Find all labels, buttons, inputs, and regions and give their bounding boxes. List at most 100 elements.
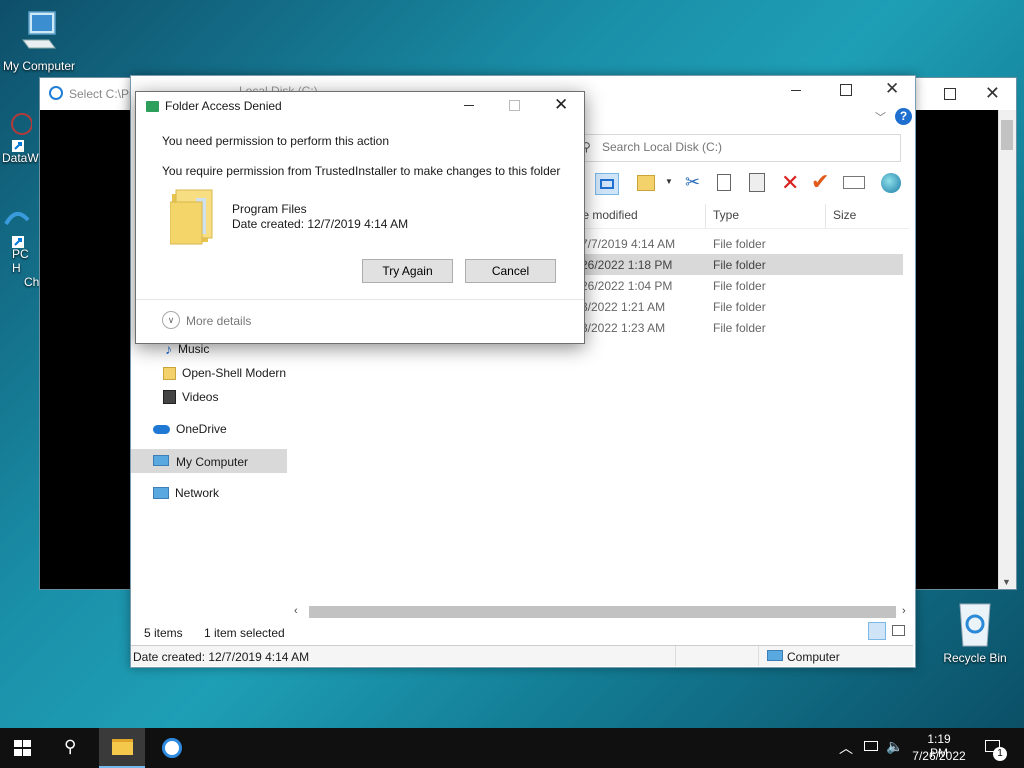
search-input[interactable] (600, 139, 894, 155)
delete-icon[interactable]: ✕ (781, 170, 799, 196)
paste-icon[interactable] (749, 173, 765, 192)
try-again-button[interactable]: Try Again (362, 259, 453, 283)
table-row[interactable]: 7/7/2019 4:14 AM File folder (581, 233, 903, 254)
computer-icon (767, 650, 783, 661)
desktop-icon-dataw[interactable]: DataW (2, 110, 39, 165)
chevron-up-icon[interactable]: ︿ (839, 738, 853, 758)
background-window-scrollbar[interactable]: ▼ (998, 110, 1016, 589)
copy-icon[interactable] (717, 174, 731, 191)
folder-icon (163, 366, 176, 380)
nav-item-onedrive[interactable]: OneDrive (153, 417, 227, 441)
row-type: File folder (713, 237, 766, 251)
row-type: File folder (713, 258, 766, 272)
close-icon[interactable]: ✕ (554, 95, 568, 115)
ie-icon (162, 738, 182, 758)
table-row-selected[interactable]: 26/2022 1:18 PM File folder (581, 254, 903, 275)
start-button[interactable] (14, 740, 31, 756)
maximize-icon[interactable] (944, 88, 956, 100)
help-icon[interactable]: ? (895, 108, 912, 125)
cancel-button[interactable]: Cancel (465, 259, 556, 283)
taskbar: ⚲ ︿ 🔈 1:19 PM 7/26/2022 1 (0, 728, 1024, 768)
close-icon[interactable]: ✕ (985, 83, 1000, 104)
search-icon[interactable]: ⚲ (64, 737, 76, 757)
health-app-icon (4, 212, 30, 248)
dialog-heading: You need permission to perform this acti… (162, 134, 390, 148)
scroll-thumb[interactable] (309, 606, 896, 618)
column-header-type[interactable]: Type (713, 208, 739, 222)
dialog-message: You require permission from TrustedInsta… (162, 164, 561, 178)
desktop-icon-label: Ch (24, 275, 40, 289)
new-folder-icon[interactable] (637, 175, 655, 191)
maximize-icon[interactable] (840, 84, 852, 96)
clock-date[interactable]: 7/26/2022 (909, 749, 969, 763)
windows-logo-icon (14, 740, 31, 756)
more-details-label: More details (186, 314, 252, 328)
details-location: Computer (787, 650, 840, 664)
network-icon (153, 487, 169, 499)
horizontal-scrollbar[interactable]: ‹ › (291, 604, 913, 620)
chevron-down-icon: ∨ (162, 311, 180, 329)
large-icons-view-icon[interactable] (892, 625, 905, 636)
folder-icon (170, 189, 213, 245)
cloud-icon (153, 424, 170, 434)
status-selected-count: 1 item selected (204, 626, 285, 640)
row-type: File folder (713, 321, 766, 335)
cut-icon[interactable]: ✂ (685, 172, 700, 193)
dropdown-icon[interactable]: ▼ (665, 177, 673, 186)
details-bar: Date created: 12/7/2019 4:14 AM Computer (131, 645, 913, 666)
search-box[interactable]: ⚲ (579, 134, 901, 162)
dialog-title: Folder Access Denied (165, 99, 282, 113)
desktop-icon-label: DataW (2, 151, 39, 165)
minimize-icon[interactable] (791, 90, 801, 91)
rename-icon[interactable] (843, 176, 865, 189)
nav-item-open-shell[interactable]: Open-Shell Modern (163, 361, 286, 385)
nav-item-my-computer-selected[interactable]: My Computer (131, 449, 287, 473)
table-row[interactable]: 26/2022 1:04 PM File folder (581, 275, 903, 296)
column-header-date[interactable]: te modified (579, 208, 638, 222)
nav-item-label: Network (175, 486, 220, 500)
desktop-icon-label: My Computer (2, 59, 76, 73)
scroll-down-icon[interactable]: ▼ (1002, 577, 1011, 587)
details-date-created: Date created: 12/7/2019 4:14 AM (133, 650, 310, 664)
recycle-bin-icon (959, 603, 991, 647)
nav-item-label: Videos (182, 390, 219, 404)
minimize-icon[interactable] (464, 105, 474, 106)
taskbar-internet-explorer[interactable] (150, 728, 196, 768)
preview-pane-icon[interactable] (595, 173, 619, 195)
desktop-icon-my-computer[interactable]: My Computer (0, 10, 78, 73)
row-date: 7/7/2019 4:14 AM (581, 237, 676, 251)
desktop-icon-pc-health[interactable]: PC H Ch (2, 206, 40, 289)
folder-name: Program Files (232, 202, 307, 216)
nav-item-network[interactable]: Network (153, 481, 219, 505)
volume-icon[interactable]: 🔈 (886, 738, 903, 755)
globe-icon[interactable] (881, 173, 901, 193)
maximize-icon-disabled (509, 100, 520, 111)
scroll-left-icon[interactable]: ‹ (294, 605, 298, 617)
nav-item-videos[interactable]: Videos (163, 385, 218, 409)
taskbar-file-explorer[interactable] (99, 728, 145, 768)
details-view-icon[interactable] (868, 622, 886, 640)
notification-count-badge: 1 (993, 747, 1007, 761)
nav-item-label: OneDrive (176, 422, 227, 436)
column-headers: te modified Type Size (579, 204, 909, 229)
scroll-right-icon[interactable]: › (902, 605, 906, 617)
row-date: 3/2022 1:21 AM (581, 300, 666, 314)
file-explorer-icon (112, 739, 133, 755)
desktop-icon-recycle-bin[interactable]: Recycle Bin (938, 600, 1012, 665)
row-date: 26/2022 1:18 PM (581, 258, 673, 272)
row-type: File folder (713, 300, 766, 314)
properties-check-icon[interactable]: ✔ (811, 169, 829, 195)
folder-access-denied-dialog[interactable]: Folder Access Denied ✕ You need permissi… (135, 91, 585, 344)
row-date: 26/2022 1:04 PM (581, 279, 673, 293)
table-row[interactable]: 3/2022 1:23 AM File folder (581, 317, 903, 338)
table-row[interactable]: 3/2022 1:21 AM File folder (581, 296, 903, 317)
column-header-size[interactable]: Size (833, 208, 856, 222)
nav-item-label: Open-Shell Modern (182, 366, 287, 380)
network-icon[interactable] (864, 741, 878, 751)
chevron-down-icon[interactable]: ﹀ (875, 109, 886, 125)
row-date: 3/2022 1:23 AM (581, 321, 666, 335)
folder-date-created: Date created: 12/7/2019 4:14 AM (232, 217, 409, 231)
status-item-count: 5 items (144, 626, 183, 640)
close-icon[interactable]: ✕ (885, 79, 899, 99)
row-type: File folder (713, 279, 766, 293)
